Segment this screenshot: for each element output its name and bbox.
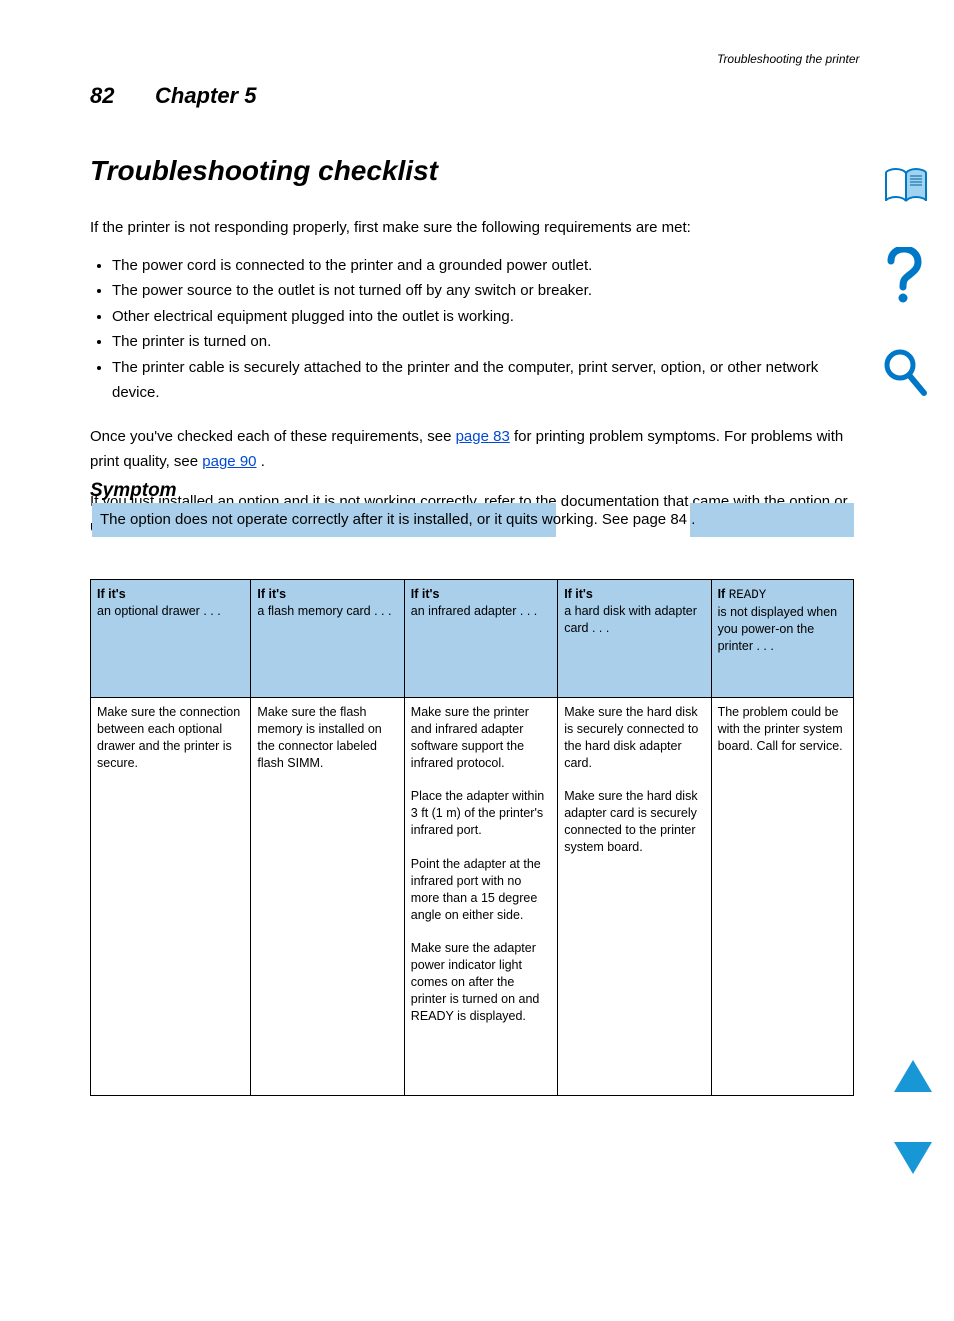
intro-text-2c: . [261,453,265,470]
intro-block: If the printer is not responding properl… [90,215,850,540]
cell-flash: Make sure the flash memory is installed … [251,698,404,1096]
cell-drawer: Make sure the connection between each op… [91,698,251,1096]
col-head-infrared: If it's an infrared adapter . . . [404,580,557,698]
symptom-text: The option does not operate correctly af… [100,511,700,528]
search-icon[interactable] [882,347,938,399]
cell-infrared: Make sure the printer and infrared adapt… [404,698,557,1096]
intro-bullet: Other electrical equipment plugged into … [112,304,850,330]
book-icon[interactable] [882,167,938,205]
link-page-90[interactable]: page 90 [202,453,256,470]
intro-bullet: The printer is turned on. [112,329,850,355]
section-title: Troubleshooting checklist [90,155,438,187]
intro-bullet: The power source to the outlet is not tu… [112,278,850,304]
intro-bullet: The printer cable is securely attached t… [112,355,850,406]
help-icon[interactable] [882,247,938,305]
intro-bullet: The power cord is connected to the print… [112,253,850,279]
cell-ready: The problem could be with the printer sy… [711,698,853,1096]
doc-header: Troubleshooting the printer [717,52,860,66]
intro-text-1: If the printer is not responding properl… [90,215,850,241]
intro-text-2a: Once you've checked each of these requir… [90,428,456,445]
symptom-bar-right [690,503,854,537]
col-head-flash: If it's a flash memory card . . . [251,580,404,698]
col-head-harddisk: If it's a hard disk with adapter card . … [558,580,711,698]
page-up-icon[interactable] [892,1058,934,1094]
link-page-83[interactable]: page 83 [456,428,510,445]
col-head-ready: If READY is not displayed when you power… [711,580,853,698]
link-page-84[interactable]: page 84 [633,511,687,528]
troubleshoot-table: If it's an optional drawer . . . If it's… [90,579,854,1096]
col-head-drawer: If it's an optional drawer . . . [91,580,251,698]
page-down-icon[interactable] [892,1140,934,1176]
symptom-label: Symptom [90,480,177,502]
page-number: 82 [90,83,114,109]
cell-harddisk: Make sure the hard disk is securely conn… [558,698,711,1096]
chapter-label: Chapter 5 [155,83,256,109]
